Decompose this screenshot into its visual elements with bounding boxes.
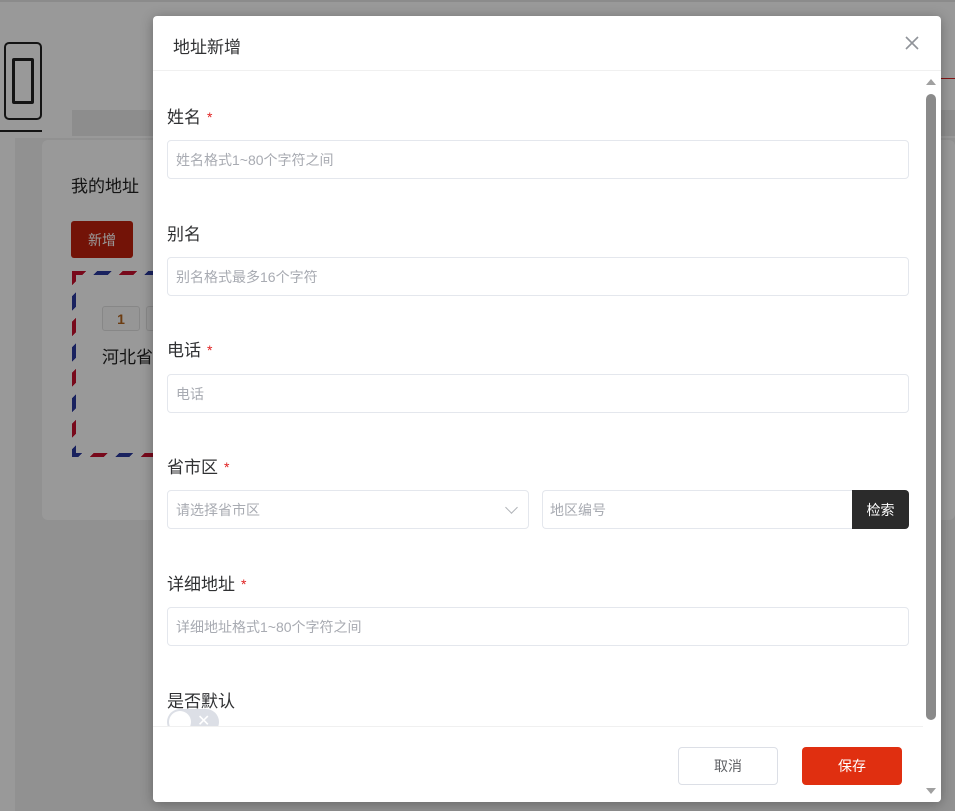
dialog-title: 地址新增 bbox=[173, 38, 241, 57]
close-icon-glyph bbox=[905, 36, 919, 50]
scroll-down-arrow-icon[interactable] bbox=[926, 788, 936, 794]
default-switch[interactable]: ✕ bbox=[167, 709, 219, 726]
required-mark: * bbox=[224, 459, 230, 475]
region-select[interactable]: 请选择省市区 bbox=[167, 490, 529, 529]
region-code-input[interactable]: 地区编号 bbox=[542, 490, 853, 529]
phone-input[interactable]: 电话 bbox=[167, 374, 909, 413]
cancel-button[interactable]: 取消 bbox=[678, 747, 778, 785]
phone-placeholder: 电话 bbox=[176, 385, 204, 402]
detail-label-text: 详细地址 bbox=[167, 575, 235, 594]
alias-label: 别名 bbox=[167, 220, 201, 245]
alias-placeholder: 别名格式最多16个字符 bbox=[176, 268, 318, 285]
alias-label-text: 别名 bbox=[167, 225, 201, 244]
region-search-button[interactable]: 检索 bbox=[852, 490, 909, 529]
scrollbar-thumb[interactable] bbox=[926, 94, 936, 720]
dialog-header: 地址新增 bbox=[153, 16, 941, 71]
region-label: 省市区 * bbox=[167, 453, 229, 478]
name-label: 姓名 * bbox=[167, 103, 212, 128]
phone-label: 电话 * bbox=[167, 336, 212, 361]
switch-off-icon: ✕ bbox=[197, 713, 211, 726]
required-mark: * bbox=[241, 576, 247, 592]
dialog-body: 姓名 * 姓名格式1~80个字符之间 别名 别名格式最多16个字符 电话 * 电话 … bbox=[153, 72, 923, 726]
region-code-placeholder: 地区编号 bbox=[550, 501, 606, 518]
detail-placeholder: 详细地址格式1~80个字符之间 bbox=[176, 618, 362, 635]
detail-address-input[interactable]: 详细地址格式1~80个字符之间 bbox=[167, 607, 909, 646]
region-select-placeholder: 请选择省市区 bbox=[176, 501, 260, 518]
chevron-down-icon bbox=[505, 501, 518, 514]
required-mark: * bbox=[207, 109, 213, 125]
add-address-dialog: 地址新增 姓名 * 姓名格式1~80个字符之间 别名 别名格式最多16个字符 电话… bbox=[153, 16, 941, 802]
detail-label: 详细地址 * bbox=[167, 570, 246, 595]
required-mark: * bbox=[207, 342, 213, 358]
name-label-text: 姓名 bbox=[167, 108, 201, 127]
region-label-text: 省市区 bbox=[167, 458, 218, 477]
name-input[interactable]: 姓名格式1~80个字符之间 bbox=[167, 140, 909, 179]
phone-label-text: 电话 bbox=[167, 341, 201, 360]
scroll-up-arrow-icon[interactable] bbox=[926, 79, 936, 85]
alias-input[interactable]: 别名格式最多16个字符 bbox=[167, 257, 909, 296]
dialog-footer: 取消 保存 bbox=[153, 726, 923, 802]
name-placeholder: 姓名格式1~80个字符之间 bbox=[176, 151, 334, 168]
close-icon[interactable] bbox=[901, 32, 923, 54]
save-button[interactable]: 保存 bbox=[802, 747, 902, 785]
switch-knob bbox=[169, 711, 191, 726]
